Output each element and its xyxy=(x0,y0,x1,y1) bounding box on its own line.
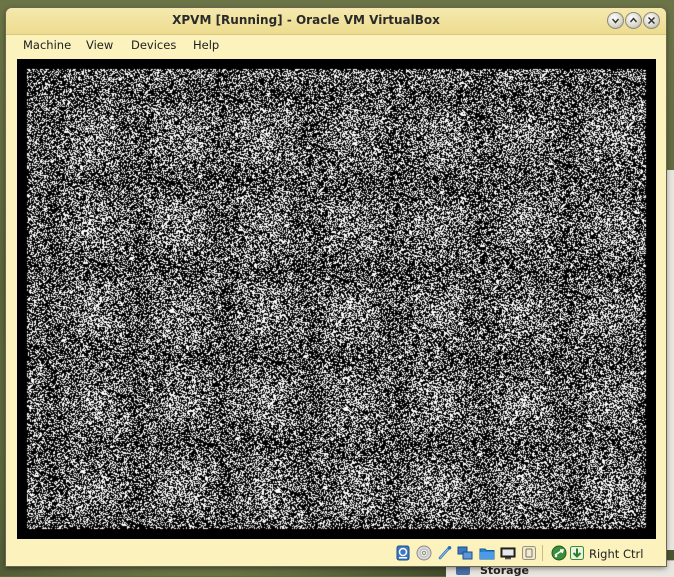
minimize-icon xyxy=(611,18,620,24)
maximize-button[interactable] xyxy=(625,12,642,29)
close-icon xyxy=(647,16,656,25)
mouse-integration-icon[interactable] xyxy=(551,545,567,561)
shared-folders-icon[interactable] xyxy=(479,545,495,561)
close-button[interactable] xyxy=(643,12,660,29)
menu-devices[interactable]: Devices xyxy=(129,37,178,53)
menu-bar: Machine View Devices Help xyxy=(6,35,666,55)
usb-icon[interactable] xyxy=(437,545,453,561)
video-capture-icon[interactable] xyxy=(521,545,537,561)
guest-display[interactable] xyxy=(17,59,656,539)
minimize-button[interactable] xyxy=(607,12,624,29)
maximize-icon xyxy=(629,17,638,23)
host-key-icon[interactable] xyxy=(569,545,585,561)
network-icon[interactable] xyxy=(457,545,473,561)
optical-drive-icon[interactable] xyxy=(416,545,432,561)
host-key-label: Right Ctrl xyxy=(589,547,644,561)
status-separator xyxy=(542,545,543,561)
storage-icon xyxy=(456,565,470,575)
title-bar[interactable]: XPVM [Running] - Oracle VM VirtualBox xyxy=(6,8,666,35)
status-bar: Right Ctrl xyxy=(6,539,666,566)
menu-view[interactable]: View xyxy=(84,37,115,53)
display-icon[interactable] xyxy=(500,545,516,561)
window-title: XPVM [Running] - Oracle VM VirtualBox xyxy=(172,13,440,27)
guest-display-canvas[interactable] xyxy=(17,59,656,539)
menu-machine[interactable]: Machine xyxy=(21,37,73,53)
menu-help[interactable]: Help xyxy=(191,37,221,53)
vm-window: XPVM [Running] - Oracle VM VirtualBox Ma… xyxy=(6,8,666,566)
hard-disk-icon[interactable] xyxy=(395,545,411,561)
